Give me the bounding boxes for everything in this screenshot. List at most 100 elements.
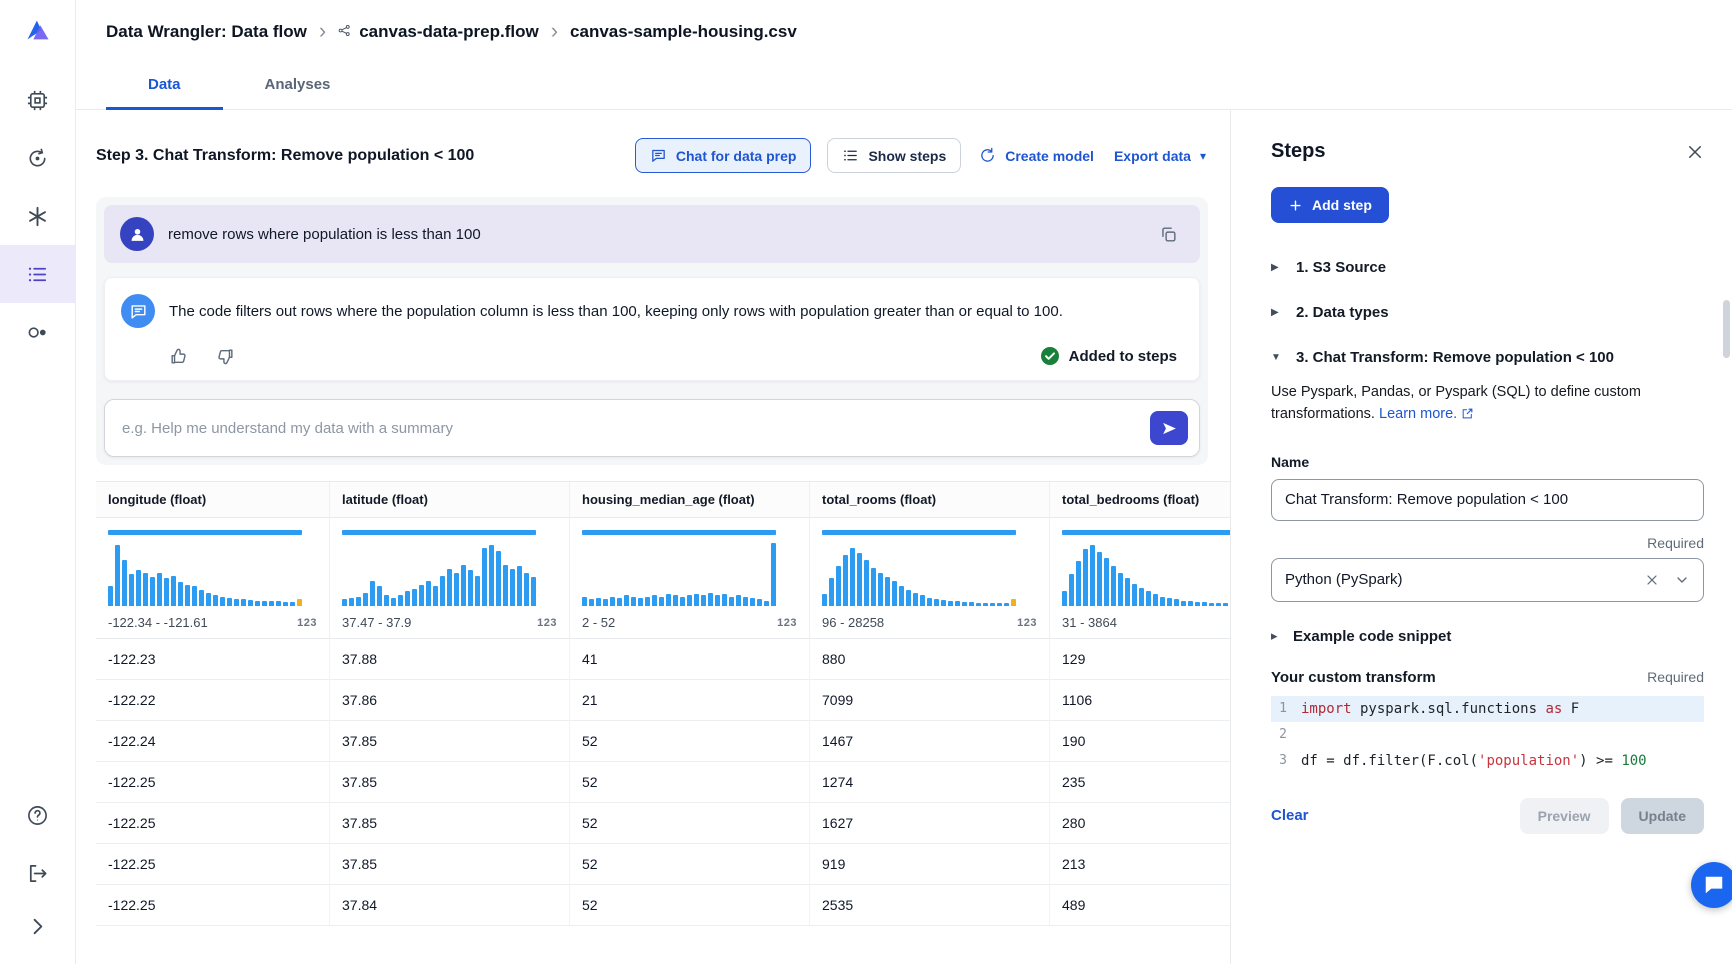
scrollbar-thumb[interactable] <box>1723 300 1730 358</box>
table-row[interactable]: -122.2537.84522535489 <box>96 885 1230 926</box>
histogram-bar <box>108 586 113 606</box>
add-step-button[interactable]: Add step <box>1271 187 1389 223</box>
tab-data[interactable]: Data <box>106 64 223 109</box>
chevron-down-icon[interactable] <box>1674 572 1690 588</box>
list-icon[interactable] <box>0 245 75 303</box>
histogram-range-bar <box>108 530 302 535</box>
help-icon[interactable] <box>0 786 75 844</box>
histogram-bar <box>617 598 622 606</box>
chat-bubble-icon <box>1703 874 1725 896</box>
create-model-button[interactable]: Create model <box>977 143 1096 168</box>
language-select-value: Python (PySpark) <box>1285 571 1403 588</box>
table-row[interactable]: -122.2537.85521627280 <box>96 803 1230 844</box>
histogram-range-bar <box>1062 530 1230 535</box>
step-item[interactable]: ▼3. Chat Transform: Remove population < … <box>1271 335 1704 380</box>
step-item[interactable]: ▶2. Data types <box>1271 290 1704 335</box>
histogram-bar <box>864 560 869 606</box>
chat-bubble-icon <box>650 147 667 164</box>
table-cell: 235 <box>1050 762 1230 803</box>
clear-button[interactable]: Clear <box>1271 807 1309 824</box>
table-cell: 37.85 <box>330 844 570 885</box>
export-data-button[interactable]: Export data ▾ <box>1112 144 1208 168</box>
thumbs-up-icon[interactable] <box>169 347 188 366</box>
close-icon[interactable] <box>1686 143 1704 161</box>
tab-analyses[interactable]: Analyses <box>223 64 373 109</box>
step-item[interactable]: ▶ 1. S3 Source <box>1271 245 1704 290</box>
caret-right-icon[interactable]: ▶ <box>1271 262 1283 273</box>
histogram-bar <box>391 598 396 606</box>
transform-name-input[interactable] <box>1271 479 1704 521</box>
histogram-bar <box>948 601 953 606</box>
cycle-icon[interactable] <box>0 129 75 187</box>
expand-chevron-icon[interactable] <box>0 902 75 950</box>
chip-icon[interactable] <box>0 71 75 129</box>
histogram-bar <box>892 581 897 606</box>
breadcrumb-item-flow-home[interactable]: Data Wrangler: Data flow <box>106 22 307 42</box>
code-line[interactable]: 1import pyspark.sql.functions as F <box>1271 696 1704 722</box>
column-header[interactable]: latitude (float) <box>330 482 570 517</box>
histogram-bar <box>283 602 288 606</box>
circles-icon[interactable] <box>0 303 75 361</box>
caret-right-icon[interactable]: ▶ <box>1271 307 1283 318</box>
app-logo[interactable] <box>24 16 52 49</box>
caret-down-icon[interactable]: ▼ <box>1271 352 1283 363</box>
histogram-bar <box>836 566 841 606</box>
histogram-bar <box>1195 602 1200 606</box>
line-number: 2 <box>1271 727 1301 742</box>
breadcrumb-item-flow-file[interactable]: canvas-data-prep.flow <box>338 22 539 42</box>
step-item-label: 1. S3 Source <box>1296 259 1386 276</box>
code-line[interactable]: 3df = df.filter(F.col('population') >= 1… <box>1271 748 1704 774</box>
histogram-bar <box>934 599 939 606</box>
table-cell: 919 <box>810 844 1050 885</box>
clear-selection-icon[interactable] <box>1644 572 1660 588</box>
histogram-bar <box>920 595 925 606</box>
show-steps-button[interactable]: Show steps <box>827 138 961 173</box>
histogram-bar <box>496 551 501 606</box>
chat-panel: remove rows where population is less tha… <box>96 197 1208 465</box>
line-number: 1 <box>1271 701 1301 716</box>
histogram-bar <box>349 598 354 606</box>
table-row[interactable]: -122.2537.8552919213 <box>96 844 1230 885</box>
learn-more-link[interactable]: Learn more. <box>1379 406 1457 422</box>
preview-button[interactable]: Preview <box>1520 798 1609 834</box>
table-row[interactable]: -122.2437.85521467190 <box>96 721 1230 762</box>
asterisk-icon[interactable] <box>0 187 75 245</box>
column-header[interactable]: total_rooms (float) <box>810 482 1050 517</box>
copy-icon[interactable] <box>1159 225 1178 244</box>
user-message-text: remove rows where population is less tha… <box>168 226 481 243</box>
table-cell: 213 <box>1050 844 1230 885</box>
histogram-bar <box>363 593 368 606</box>
table-cell: 280 <box>1050 803 1230 844</box>
language-select[interactable]: Python (PySpark) <box>1271 558 1704 602</box>
histogram-bar <box>589 599 594 606</box>
histogram-bar <box>638 598 643 606</box>
step-description: Use Pyspark, Pandas, or Pyspark (SQL) to… <box>1271 382 1704 428</box>
chat-fab[interactable] <box>1691 862 1732 908</box>
table-row[interactable]: -122.2337.8841880129 <box>96 639 1230 680</box>
breadcrumb-item-current-file: canvas-sample-housing.csv <box>570 22 797 42</box>
histogram-bar <box>913 593 918 606</box>
histogram-bar <box>227 598 232 606</box>
column-header[interactable]: total_bedrooms (float) <box>1050 482 1230 517</box>
example-code-toggle[interactable]: ▸ Example code snippet <box>1271 628 1704 645</box>
chat-input[interactable] <box>122 420 1150 437</box>
histogram-bar <box>955 601 960 606</box>
histogram-bar <box>708 593 713 606</box>
signout-icon[interactable] <box>0 844 75 902</box>
code-line[interactable]: 2 <box>1271 722 1704 748</box>
table-row[interactable]: -122.2237.862170991106 <box>96 680 1230 721</box>
send-button[interactable] <box>1150 411 1188 445</box>
code-editor[interactable]: 1import pyspark.sql.functions as F 2 3df =… <box>1271 696 1704 774</box>
chat-for-data-prep-button[interactable]: Chat for data prep <box>635 138 812 173</box>
histogram-bar <box>1125 578 1130 606</box>
column-header[interactable]: housing_median_age (float) <box>570 482 810 517</box>
histogram-bar <box>206 593 211 606</box>
thumbs-down-icon[interactable] <box>216 347 235 366</box>
table-row[interactable]: -122.2537.85521274235 <box>96 762 1230 803</box>
histogram-bar <box>990 603 995 606</box>
histogram-bar <box>976 603 981 606</box>
histogram-bar <box>715 595 720 606</box>
column-range: 37.47 - 37.9 <box>342 615 411 630</box>
column-header[interactable]: longitude (float) <box>96 482 330 517</box>
update-button[interactable]: Update <box>1621 798 1704 834</box>
